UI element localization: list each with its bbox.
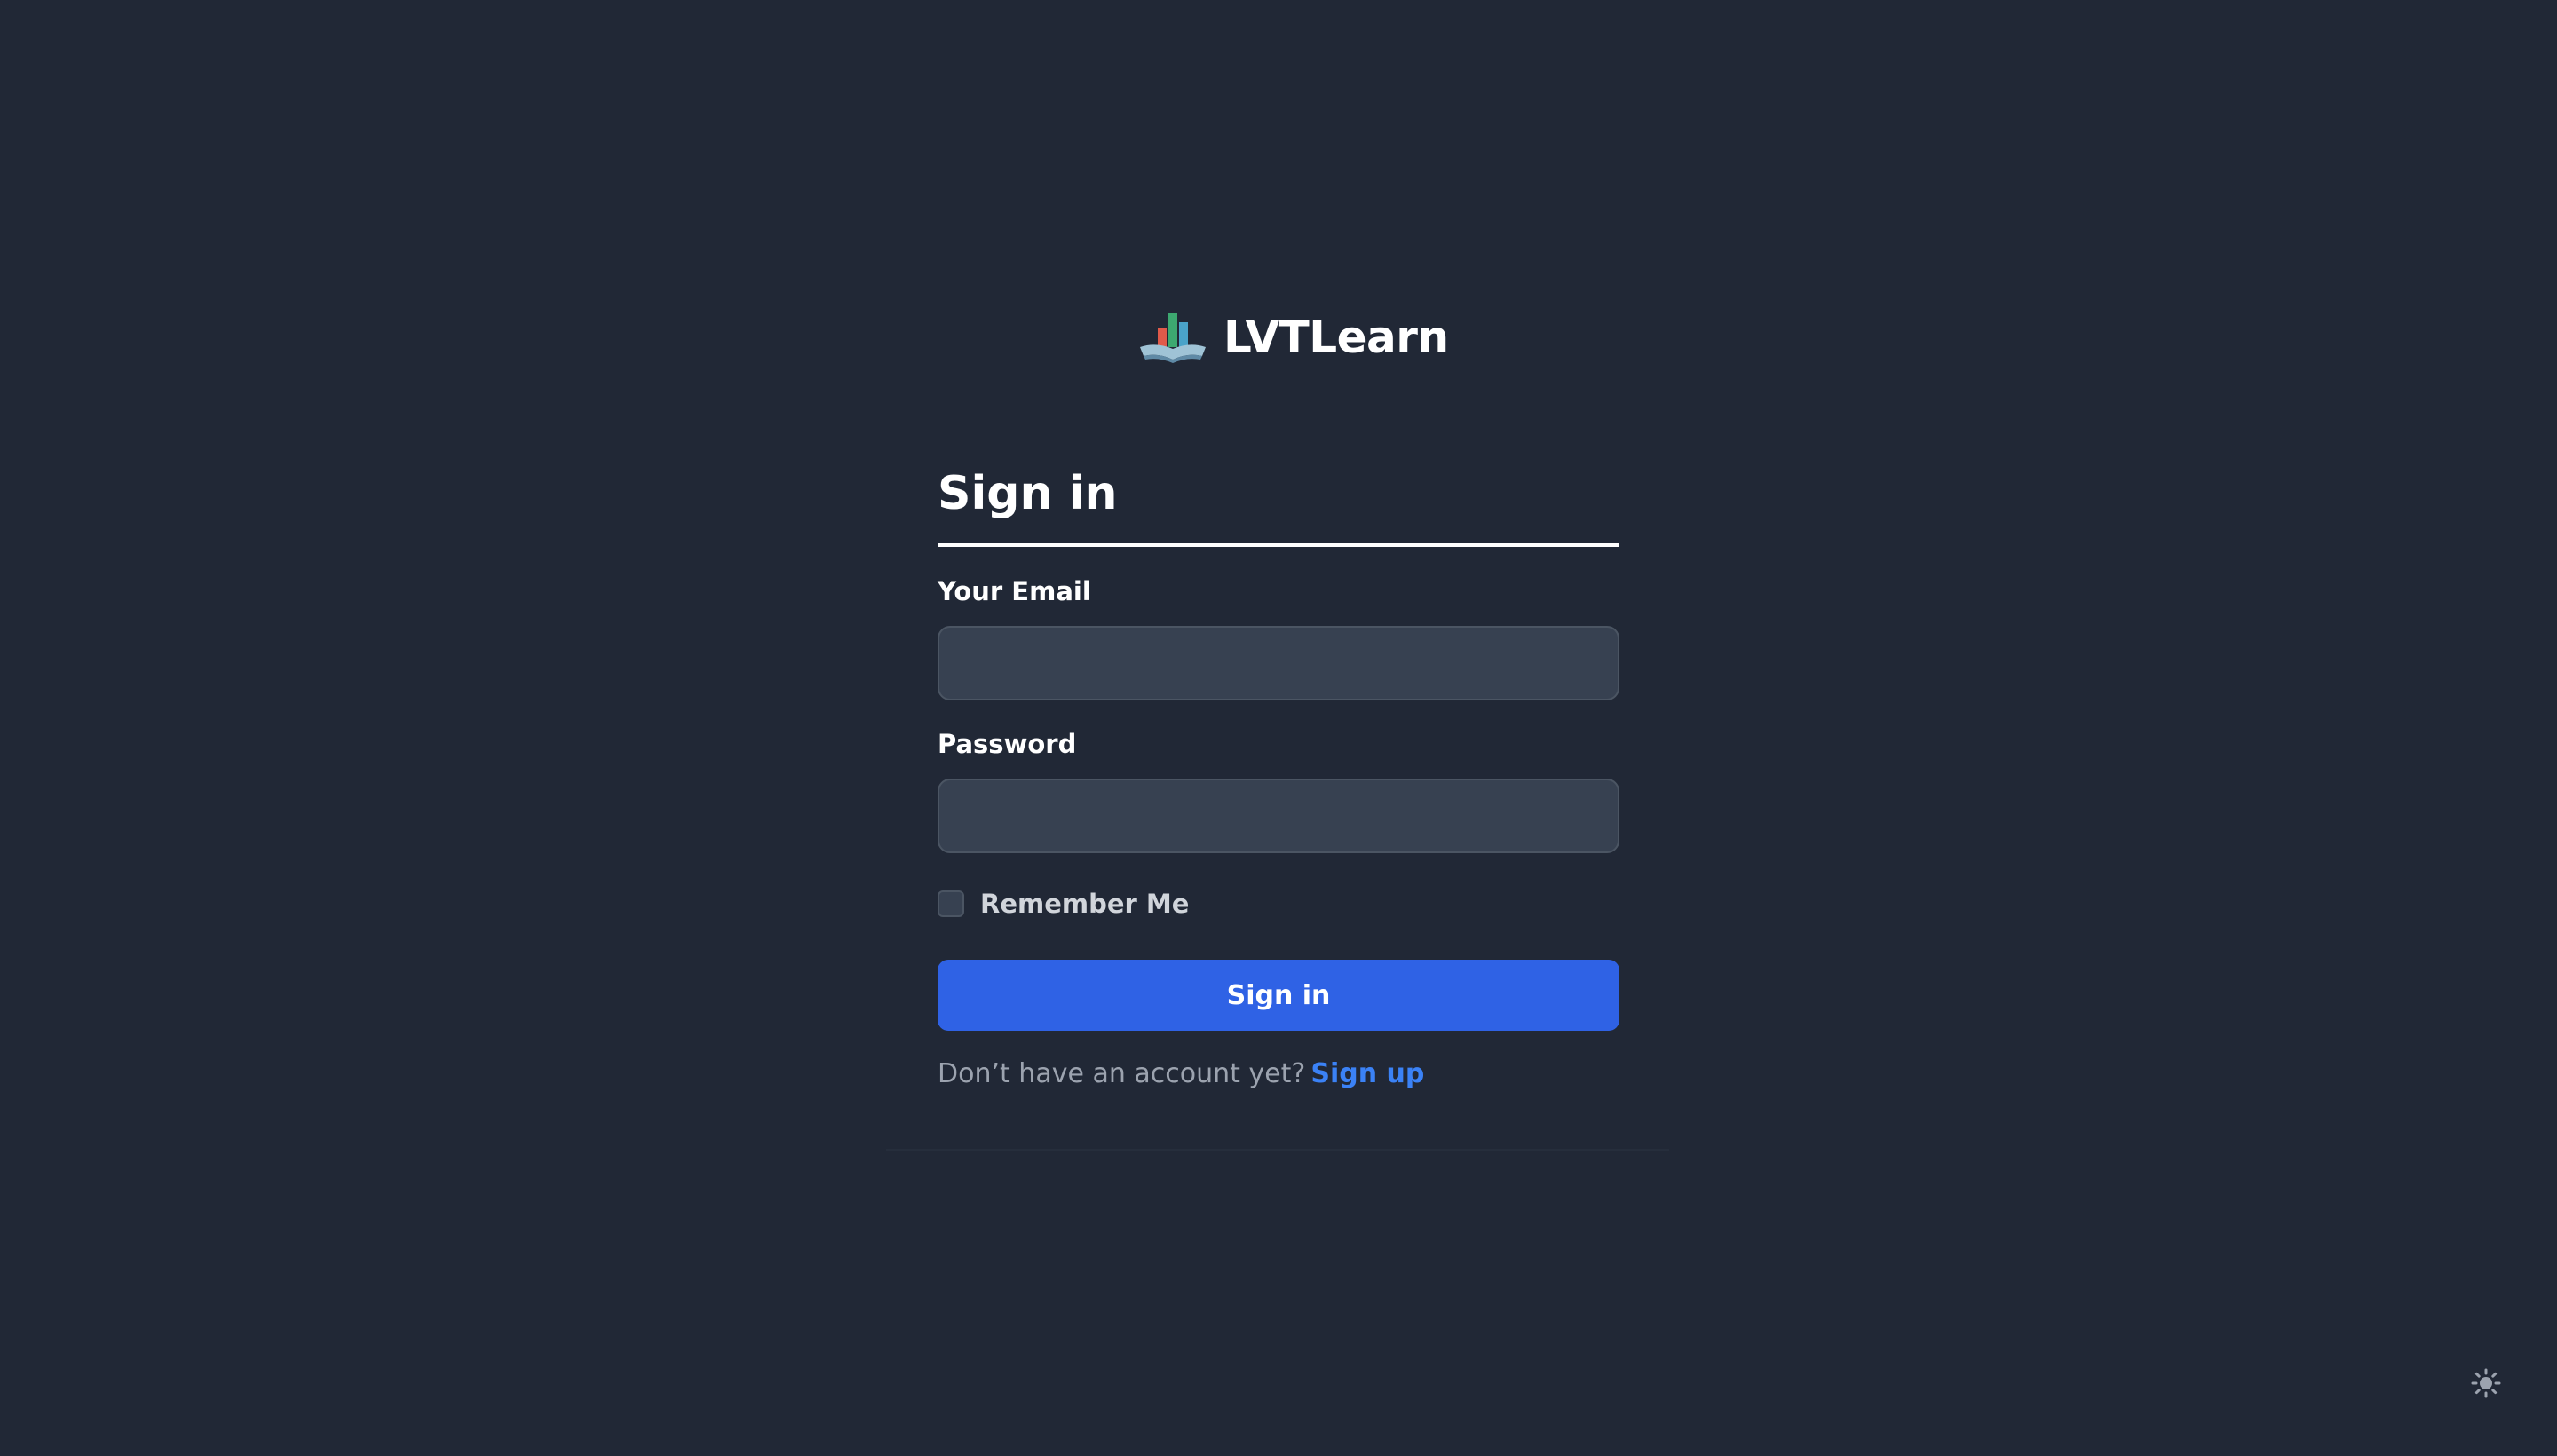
brand-header: LVTLearn <box>1138 302 1449 373</box>
title-divider <box>938 543 1619 547</box>
sign-in-card: Sign in Your Email Password Remember Me … <box>886 417 1669 1151</box>
sign-in-page: LVTLearn Sign in Your Email Password Rem… <box>0 0 2557 1456</box>
brand-name: LVTLearn <box>1223 312 1449 363</box>
remember-me-row: Remember Me <box>938 886 1189 922</box>
page-title: Sign in <box>938 467 1118 520</box>
password-label: Password <box>938 729 1077 759</box>
sign-up-link[interactable]: Sign up <box>1310 1058 1424 1089</box>
password-field[interactable] <box>938 779 1619 853</box>
remember-me-label[interactable]: Remember Me <box>980 889 1189 919</box>
email-field[interactable] <box>938 626 1619 700</box>
book-chart-logo-icon <box>1140 313 1206 363</box>
sun-icon <box>2471 1368 2501 1398</box>
theme-toggle-button[interactable] <box>2466 1364 2506 1403</box>
signup-prompt-text: Don’t have an account yet? <box>938 1058 1306 1089</box>
email-label: Your Email <box>938 576 1091 606</box>
remember-me-checkbox[interactable] <box>938 890 964 917</box>
signup-prompt-row: Don’t have an account yet? Sign up <box>938 1058 1424 1089</box>
sign-in-button[interactable]: Sign in <box>938 960 1619 1031</box>
